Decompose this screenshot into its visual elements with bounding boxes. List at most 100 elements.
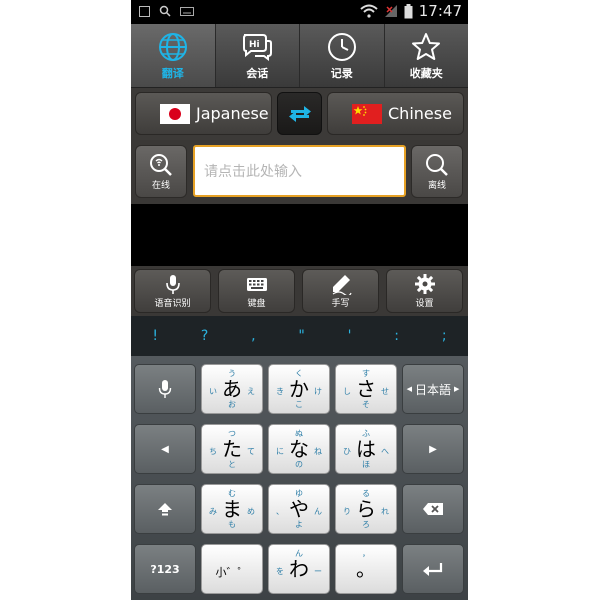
cursor-right-key[interactable]: ▶ <box>402 424 464 474</box>
kana-flick-right: ね <box>314 447 322 456</box>
status-time: 17:47 <box>418 2 462 20</box>
symbol-key[interactable]: ' <box>348 328 352 344</box>
svg-text:Hi: Hi <box>249 40 260 50</box>
settings-label: 设置 <box>415 299 434 309</box>
dakuten-key[interactable]: 小゛゜ <box>201 544 263 594</box>
microphone-icon <box>158 380 172 398</box>
japanese-keyboard: う い あ え お く き か け こ す し さ せ そ ◀ 日本語 ▶ ◀ … <box>131 356 468 600</box>
kana-flick-down: と <box>228 460 236 469</box>
kana-key-ha[interactable]: ふ ひ は へ ほ <box>335 424 397 474</box>
cursor-left-key[interactable]: ◀ <box>134 424 196 474</box>
microphone-icon <box>165 275 180 294</box>
kana-key-na[interactable]: ぬ に な ね の <box>268 424 330 474</box>
kana-flick-down: そ <box>362 400 370 409</box>
kana-flick-right: め <box>247 507 255 516</box>
kana-flick-down: よ <box>295 520 303 529</box>
swap-arrows-icon <box>288 105 311 122</box>
language-switch-key[interactable]: ◀ 日本語 ▶ <box>402 364 464 414</box>
arrow-right-icon: ▶ <box>429 443 437 455</box>
backspace-key[interactable] <box>402 484 464 534</box>
kana-flick-right: へ <box>381 447 389 456</box>
kana-key-sa[interactable]: す し さ せ そ <box>335 364 397 414</box>
tab-history-label: 记录 <box>330 66 353 80</box>
shift-key[interactable] <box>134 484 196 534</box>
kana-flick-right: ー <box>314 567 322 576</box>
dakuten-label: 小゛゜ <box>215 566 249 579</box>
symbol-key[interactable]: ? <box>201 328 208 344</box>
china-flag-icon <box>352 103 382 124</box>
kana-flick-right: れ <box>381 507 389 516</box>
wifi-icon <box>360 4 378 18</box>
search-input[interactable]: 请点击此处输入 <box>193 145 406 197</box>
kana-flick-right: せ <box>381 387 389 396</box>
symbol-key[interactable]: ; <box>442 328 447 344</box>
input-tools-bar: 语音识别 键盘 手写 设置 <box>131 266 468 316</box>
number-mode-key[interactable]: ?123 <box>134 544 196 594</box>
settings-button[interactable]: 设置 <box>386 269 463 313</box>
online-search-label: 在线 <box>151 181 170 191</box>
symbol-key[interactable]: ! <box>152 328 158 344</box>
keyboard-notification-icon <box>180 7 194 16</box>
china-flag-stars <box>353 105 367 116</box>
left-triangle-icon: ◀ <box>406 385 412 393</box>
kana-key-ta[interactable]: つ ち た て と <box>201 424 263 474</box>
keyboard-icon <box>246 278 267 291</box>
enter-icon <box>423 563 443 576</box>
swap-languages-button[interactable] <box>277 92 322 135</box>
voice-recognition-button[interactable]: 语音识别 <box>134 269 211 313</box>
symbol-key[interactable]: " <box>298 328 304 344</box>
source-language-label: Japanese <box>196 104 269 123</box>
symbol-row: ! ? , " ' : ; <box>131 316 468 356</box>
star-icon <box>412 32 441 60</box>
signal-icon <box>384 5 397 17</box>
tab-translate[interactable]: 翻译 <box>131 24 216 87</box>
search-row: 在线 请点击此处输入 离线 <box>131 140 468 204</box>
pen-icon <box>332 275 352 295</box>
image-notification-icon <box>139 5 150 17</box>
keyboard-label: 键盘 <box>247 299 266 309</box>
language-bar: Japanese Chinese <box>131 88 468 140</box>
kana-key-ma[interactable]: む み ま め も <box>201 484 263 534</box>
punctuation-key[interactable]: ， 。 <box>335 544 397 594</box>
phone-screen: 17:47 翻译 Hi 会话 记录 收藏夹 Japanese Chinese 在… <box>131 0 468 600</box>
kana-flick-down: ろ <box>362 520 370 529</box>
search-placeholder: 请点击此处输入 <box>204 164 302 180</box>
enter-key[interactable] <box>402 544 464 594</box>
handwriting-label: 手写 <box>331 299 350 309</box>
clock-icon <box>327 32 356 61</box>
arrow-left-icon: ◀ <box>161 443 169 455</box>
kana-main: 。 <box>356 557 376 581</box>
offline-search-icon <box>426 154 448 176</box>
tab-history[interactable]: 记录 <box>300 24 385 87</box>
target-language-label: Chinese <box>388 104 452 123</box>
kana-key-wa[interactable]: ん を わ ー <box>268 544 330 594</box>
globe-icon <box>158 32 187 61</box>
handwriting-button[interactable]: 手写 <box>302 269 379 313</box>
online-search-button[interactable]: 在线 <box>135 145 187 198</box>
language-switch-label: 日本語 <box>414 382 451 397</box>
tab-favorites[interactable]: 收藏夹 <box>385 24 469 87</box>
keyboard-button[interactable]: 键盘 <box>218 269 295 313</box>
kana-key-a[interactable]: う い あ え お <box>201 364 263 414</box>
target-language-button[interactable]: Chinese <box>327 92 464 135</box>
symbol-key[interactable]: , <box>251 328 255 344</box>
tab-conversation-label: 会话 <box>246 66 269 80</box>
offline-search-button[interactable]: 离线 <box>411 145 463 198</box>
voice-recognition-label: 语音识别 <box>154 299 191 309</box>
tab-favorites-label: 收藏夹 <box>409 66 443 80</box>
symbol-key[interactable]: : <box>394 328 399 344</box>
kana-key-ya[interactable]: ゆ 、 や ん よ <box>268 484 330 534</box>
status-bar: 17:47 <box>131 0 468 24</box>
kana-key-ka[interactable]: く き か け こ <box>268 364 330 414</box>
source-language-button[interactable]: Japanese <box>135 92 272 135</box>
kana-key-ra[interactable]: る り ら れ ろ <box>335 484 397 534</box>
tab-conversation[interactable]: Hi 会话 <box>216 24 300 87</box>
right-triangle-icon: ▶ <box>454 385 460 393</box>
voice-input-key[interactable] <box>134 364 196 414</box>
battery-icon <box>404 3 413 18</box>
kana-flick-down: の <box>295 460 303 469</box>
tab-translate-label: 翻译 <box>161 66 184 80</box>
backspace-icon <box>423 503 443 515</box>
kana-flick-right: て <box>247 447 255 456</box>
kana-flick-down: お <box>228 400 236 409</box>
